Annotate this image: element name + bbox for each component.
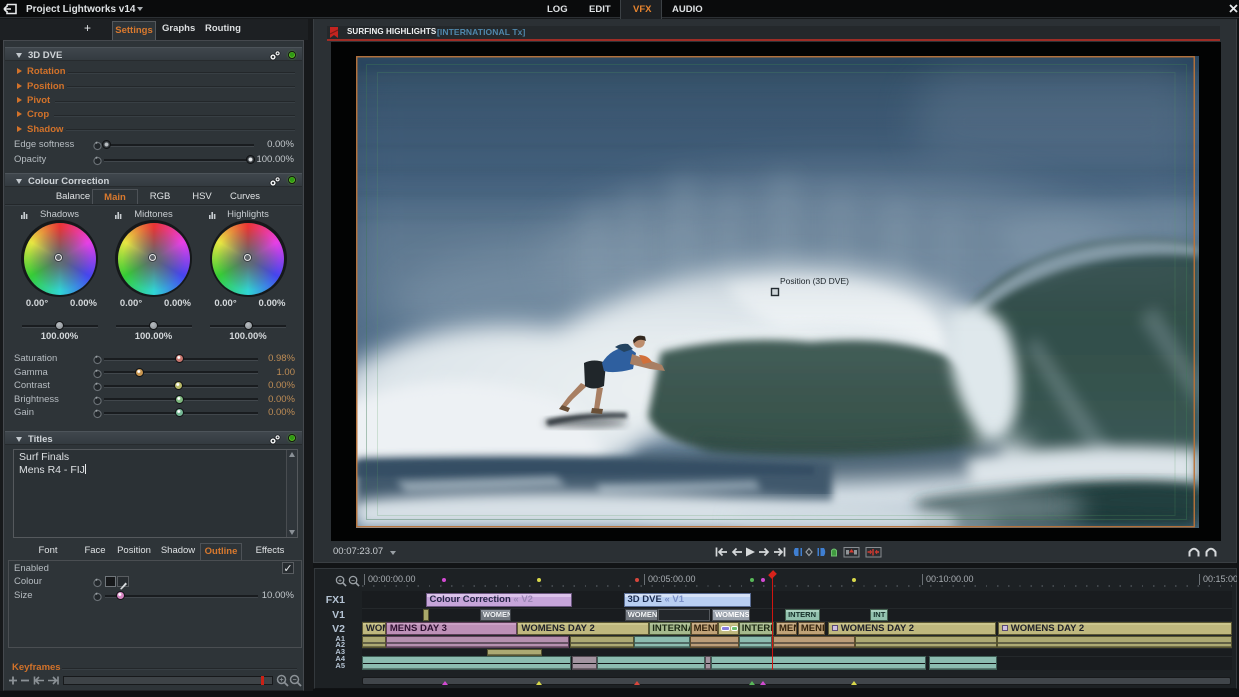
svg-text:−: − [351, 577, 355, 584]
svg-text:Position (3D DVE): Position (3D DVE) [780, 276, 849, 286]
svg-text:−: − [292, 677, 296, 684]
svg-text:+: + [279, 677, 283, 684]
svg-text:+: + [338, 577, 342, 584]
